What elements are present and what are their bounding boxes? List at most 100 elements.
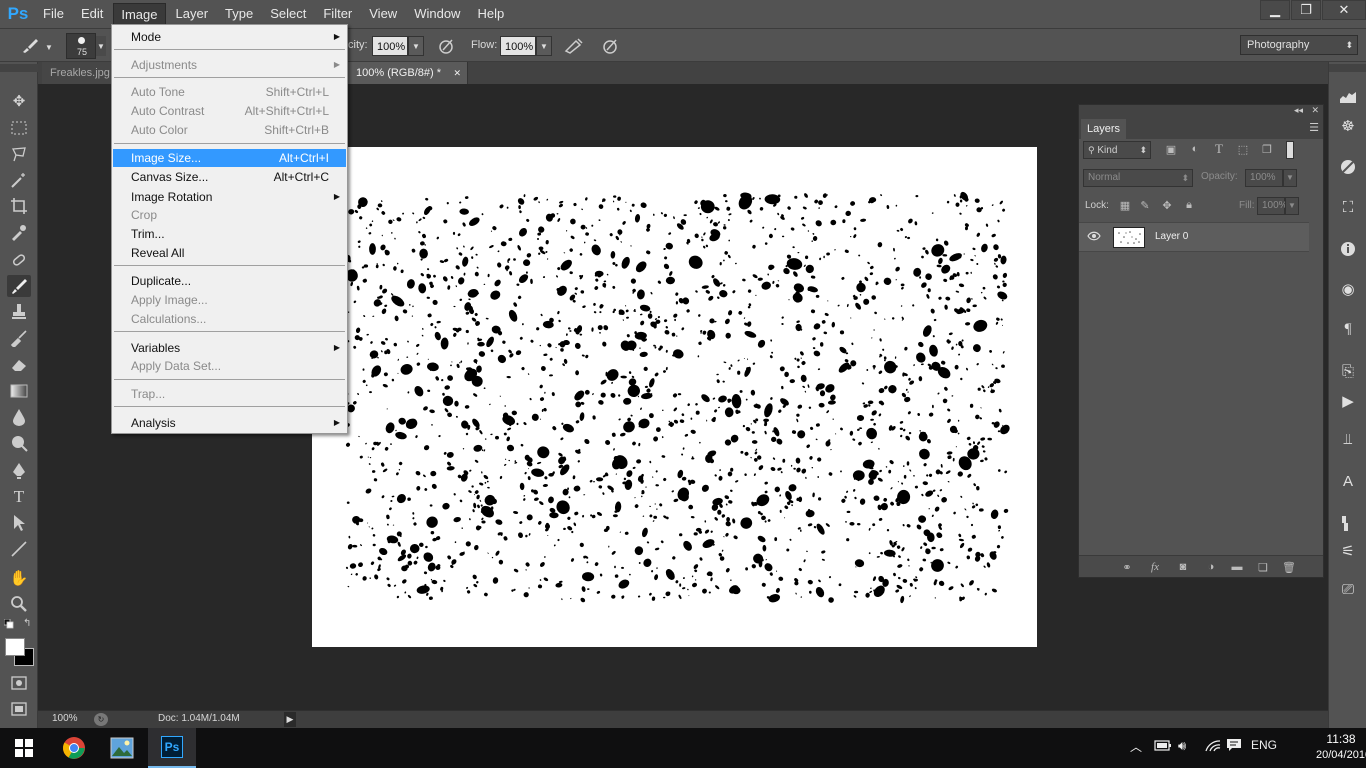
- info-icon[interactable]: [1337, 238, 1359, 260]
- tab-active-document[interactable]: 100% (RGB/8#) * ✕: [348, 62, 468, 84]
- lock-transparent-icon[interactable]: ▦: [1117, 197, 1133, 213]
- blur-tool-icon[interactable]: [7, 406, 31, 428]
- navigator-icon[interactable]: ☸: [1337, 115, 1359, 137]
- pressure-opacity-icon[interactable]: [436, 37, 456, 55]
- histogram-icon[interactable]: [1337, 86, 1359, 108]
- clock-time[interactable]: 11:38: [1318, 732, 1364, 746]
- tool-preset-dropdown-icon[interactable]: ▼: [44, 43, 54, 52]
- layer-opacity-dropdown-icon[interactable]: ▼: [1283, 169, 1297, 187]
- menu-item-mode[interactable]: Mode ▶: [113, 28, 346, 46]
- close-button[interactable]: ✕: [1322, 0, 1366, 20]
- flow-dropdown-icon[interactable]: ▼: [536, 36, 552, 56]
- history-brush-tool-icon[interactable]: [7, 327, 31, 349]
- flow-input[interactable]: 100%: [500, 36, 536, 56]
- battery-icon[interactable]: [1154, 738, 1172, 755]
- filter-adjustment-icon[interactable]: ◐: [1187, 141, 1203, 157]
- path-selection-tool-icon[interactable]: [7, 512, 31, 534]
- paragraph-icon[interactable]: ¶: [1337, 318, 1359, 340]
- tool-presets-icon[interactable]: ⫫: [1337, 428, 1359, 450]
- taskbar-photoshop[interactable]: Ps: [148, 728, 196, 768]
- menu-select[interactable]: Select: [263, 3, 313, 25]
- menu-image[interactable]: Image: [113, 3, 166, 25]
- airbrush-icon[interactable]: [564, 37, 584, 55]
- history-icon[interactable]: ⎘: [1337, 360, 1359, 382]
- menu-item-auto-contrast[interactable]: Auto Contrast Alt+Shift+Ctrl+L: [113, 102, 346, 120]
- wifi-icon[interactable]: [1204, 738, 1222, 755]
- eraser-tool-icon[interactable]: [7, 353, 31, 375]
- menu-item-auto-color[interactable]: Auto Color Shift+Ctrl+B: [113, 121, 346, 139]
- show-hidden-icons-chevron-icon[interactable]: ︿: [1130, 738, 1142, 755]
- crop-tool-icon[interactable]: [7, 195, 31, 217]
- filter-smart-object-icon[interactable]: ❐: [1259, 141, 1275, 157]
- menu-item-apply-image[interactable]: Apply Image...: [113, 291, 346, 309]
- taskbar-photos[interactable]: [98, 728, 146, 768]
- brush-tool-icon[interactable]: [20, 37, 40, 55]
- menu-item-canvas-size[interactable]: Canvas Size... Alt+Ctrl+C: [113, 168, 346, 186]
- lasso-tool-icon[interactable]: [7, 143, 31, 165]
- minimize-button[interactable]: ▁: [1260, 0, 1290, 20]
- share-icon[interactable]: ↻: [94, 713, 108, 726]
- foreground-color-swatch[interactable]: [5, 638, 25, 656]
- taskbar-chrome[interactable]: [50, 728, 98, 768]
- menu-help[interactable]: Help: [470, 3, 511, 25]
- menu-file[interactable]: File: [36, 3, 71, 25]
- type-tool-icon[interactable]: T: [7, 486, 31, 508]
- menu-type[interactable]: Type: [218, 3, 260, 25]
- layer-row[interactable]: Layer 0: [1079, 222, 1309, 252]
- marquee-tool-icon[interactable]: [7, 117, 31, 139]
- menu-item-variables[interactable]: Variables ▶: [113, 339, 346, 357]
- menu-item-duplicate[interactable]: Duplicate...: [113, 272, 346, 290]
- brush-preset-picker[interactable]: 75: [66, 33, 96, 59]
- clone-stamp-tool-icon[interactable]: [7, 301, 31, 323]
- menu-layer[interactable]: Layer: [169, 3, 216, 25]
- panel-strip-header[interactable]: [1329, 64, 1366, 72]
- delete-layer-icon[interactable]: 🗑︎: [1281, 559, 1297, 575]
- menu-edit[interactable]: Edit: [74, 3, 110, 25]
- layer-opacity-input[interactable]: 100%: [1245, 169, 1283, 187]
- fill-input[interactable]: 100%: [1257, 197, 1288, 215]
- workspace-select[interactable]: Photography ⬍: [1240, 35, 1358, 55]
- quick-mask-icon[interactable]: [7, 672, 31, 694]
- close-panel-icon[interactable]: ✕: [1311, 105, 1319, 116]
- gradient-tool-icon[interactable]: [7, 380, 31, 402]
- opacity-input[interactable]: 100%: [372, 36, 408, 56]
- swatches-icon[interactable]: ⛶: [1337, 196, 1359, 218]
- menu-window[interactable]: Window: [407, 3, 467, 25]
- panel-menu-icon[interactable]: ☰: [1309, 121, 1319, 134]
- filter-toggle-switch[interactable]: [1286, 141, 1294, 159]
- status-menu-arrow-icon[interactable]: ▶: [284, 712, 296, 727]
- filter-kind-select[interactable]: ⚲ Kind ⬍: [1083, 141, 1151, 159]
- menu-item-apply-data-set[interactable]: Apply Data Set...: [113, 357, 346, 375]
- zoom-tool-icon[interactable]: [7, 593, 31, 615]
- adjustments-sliders-icon[interactable]: ⚟: [1337, 540, 1359, 562]
- color-icon[interactable]: [1337, 156, 1359, 178]
- layers-tab[interactable]: Layers: [1081, 119, 1127, 139]
- new-group-icon[interactable]: ▬: [1229, 559, 1245, 575]
- tab-freakles[interactable]: Freakles.jpg: [42, 62, 114, 84]
- brush-preset-dropdown-icon[interactable]: ▼: [96, 36, 106, 56]
- lock-all-icon[interactable]: 🔒︎: [1181, 197, 1197, 213]
- filter-shape-icon[interactable]: ⬚: [1235, 141, 1251, 157]
- menu-item-analysis[interactable]: Analysis ▶: [113, 414, 346, 432]
- volume-icon[interactable]: 🔊︎: [1178, 738, 1186, 754]
- add-mask-icon[interactable]: ◙: [1175, 559, 1191, 575]
- dodge-tool-icon[interactable]: [7, 432, 31, 454]
- actions-play-icon[interactable]: ▶: [1337, 390, 1359, 412]
- default-colors-icon[interactable]: [3, 618, 14, 629]
- language-indicator[interactable]: ENG: [1251, 738, 1277, 752]
- menu-item-image-rotation[interactable]: Image Rotation ▶: [113, 188, 346, 206]
- lock-image-icon[interactable]: ✎: [1137, 197, 1153, 213]
- brush-tool-icon[interactable]: [7, 275, 31, 297]
- layer-style-fx-icon[interactable]: fx: [1147, 559, 1163, 575]
- menu-item-reveal-all[interactable]: Reveal All: [113, 244, 346, 262]
- line-tool-icon[interactable]: [7, 538, 31, 560]
- clone-source-icon[interactable]: ⎚: [1337, 578, 1359, 600]
- tab-close-icon[interactable]: ✕: [453, 62, 461, 84]
- restore-button[interactable]: ❐: [1291, 0, 1321, 20]
- brush-presets-icon[interactable]: [1337, 512, 1359, 534]
- start-button[interactable]: [0, 728, 48, 768]
- character-icon[interactable]: A: [1337, 470, 1359, 492]
- eyedropper-tool-icon[interactable]: [7, 221, 31, 243]
- toolbar-header[interactable]: [0, 64, 38, 72]
- collapse-panel-icon[interactable]: ◂◂: [1294, 105, 1303, 116]
